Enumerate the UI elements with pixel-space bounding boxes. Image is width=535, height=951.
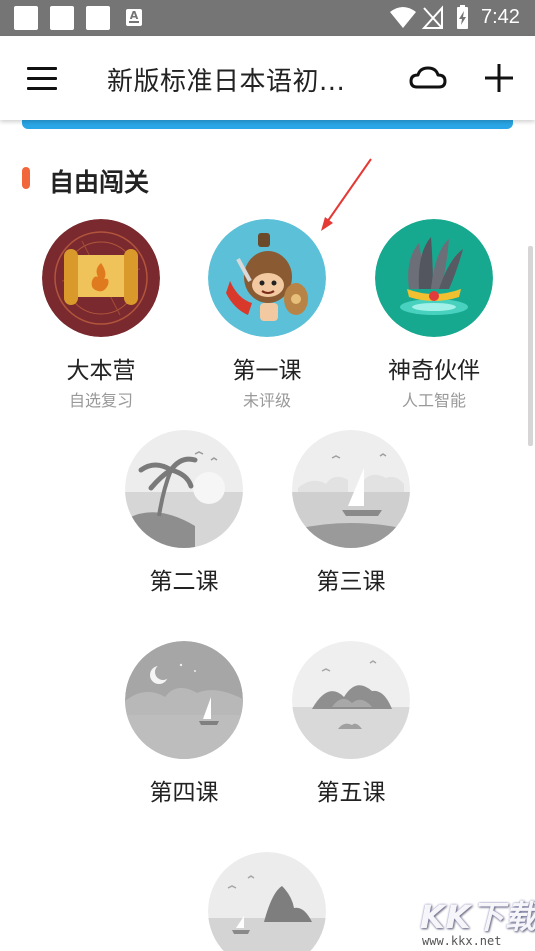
node-title: 第四课: [149, 780, 219, 806]
text-notification-icon: A: [126, 9, 142, 26]
node-lesson-5[interactable]: 第五课: [281, 641, 421, 807]
menu-button[interactable]: [22, 60, 62, 96]
hamburger-icon: [27, 67, 57, 70]
notification-icon: [14, 6, 38, 30]
section-marker: [22, 167, 30, 189]
page-title: 新版标准日本语初...: [107, 67, 346, 97]
watermark-logo: KK下载: [420, 898, 535, 936]
node-subtitle: 人工智能: [401, 391, 466, 410]
scroll-icon: [42, 219, 160, 337]
sailboat-icon: [292, 430, 410, 548]
rocky-island-icon: [292, 641, 410, 759]
cloud-sync-button[interactable]: [408, 62, 448, 94]
section-title: 自由闯关: [49, 168, 150, 197]
node-lesson-6[interactable]: [197, 852, 337, 951]
night-sailboat-icon: [125, 641, 243, 759]
node-magic-partner[interactable]: 神奇伙伴 人工智能: [364, 219, 504, 411]
palm-island-icon: [125, 430, 243, 548]
node-lesson-1[interactable]: 第一课 未评级: [197, 219, 337, 411]
node-subtitle: 自选复习: [68, 391, 133, 410]
node-title: 大本营: [66, 358, 136, 384]
notification-icon: [86, 6, 110, 30]
mountain-lake-icon: [208, 852, 326, 951]
spartan-warrior-icon: [208, 219, 326, 337]
feather-headdress-icon: [375, 219, 493, 337]
node-lesson-4[interactable]: 第四课: [114, 641, 254, 807]
node-title: 第一课: [232, 358, 302, 384]
watermark-url: www.kkx.net: [422, 934, 502, 948]
wifi-icon: [390, 7, 416, 28]
node-lesson-3[interactable]: 第三课: [281, 430, 421, 596]
clock: 7:42: [481, 6, 520, 28]
node-lesson-2[interactable]: 第二课: [114, 430, 254, 596]
node-title: 第三课: [316, 569, 386, 595]
annotation-arrow: [321, 158, 372, 231]
notification-icon: [50, 6, 74, 30]
node-title: 神奇伙伴: [388, 358, 480, 384]
node-subtitle: 未评级: [242, 391, 291, 410]
node-base-camp[interactable]: 大本营 自选复习: [31, 219, 171, 411]
signal-icon: [421, 5, 443, 29]
node-title: 第二课: [149, 569, 219, 595]
app-bar: 新版标准日本语初...: [0, 36, 535, 120]
node-title: 第五课: [316, 780, 386, 806]
add-button[interactable]: [481, 60, 517, 96]
battery-charging-icon: [457, 5, 468, 29]
status-bar: A 7:42: [0, 0, 535, 36]
scrollbar[interactable]: [528, 246, 533, 446]
